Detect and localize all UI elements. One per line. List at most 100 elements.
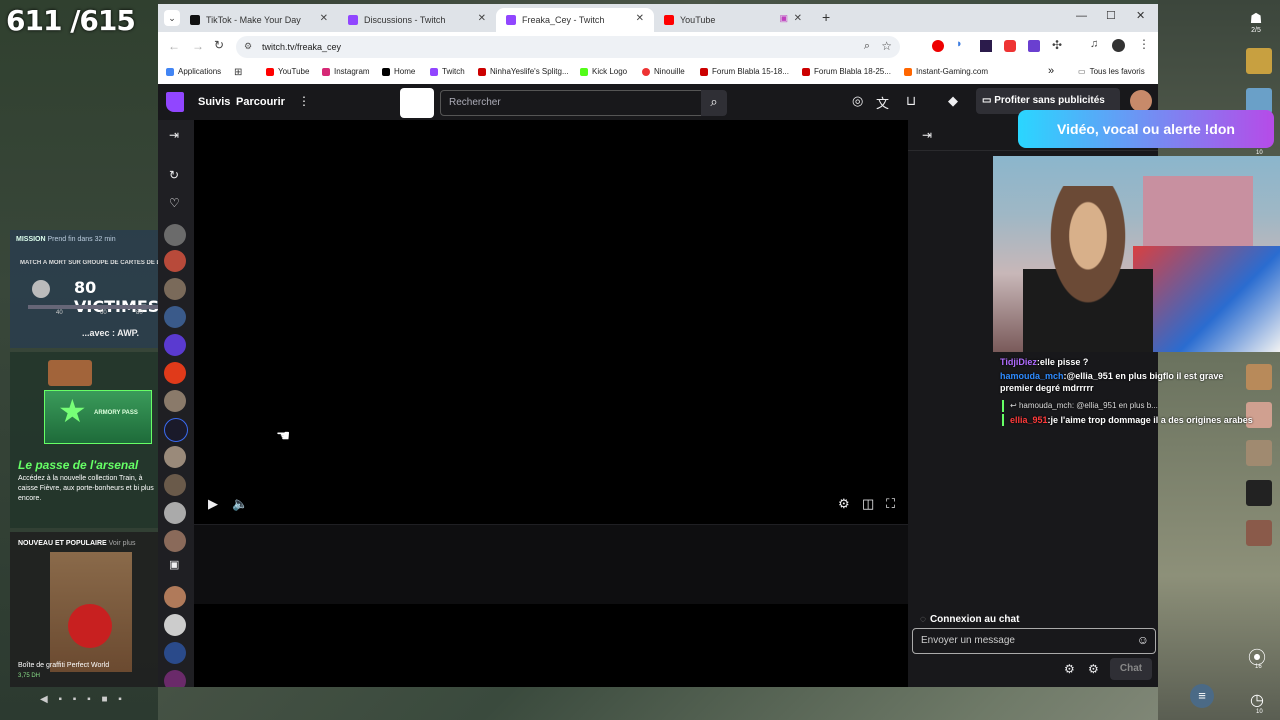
extension-icon[interactable]: ◗ <box>956 38 963 50</box>
channel-avatar[interactable] <box>164 362 186 384</box>
browser-toolbar: ← → ↻ ⚙ twitch.tv/freaka_cey ⌕ ☆ ◗ ✣ ♫ ⋮ <box>158 32 1158 62</box>
refresh-icon[interactable]: ↻ <box>169 168 179 182</box>
search-input[interactable]: Rechercher <box>440 90 702 116</box>
close-window-button[interactable]: ✕ <box>1136 9 1145 22</box>
bookmarks-bar: Applications ⊞ YouTube Instagram Home Tw… <box>158 62 1158 85</box>
channel-avatar[interactable] <box>164 474 186 496</box>
bookmark-instagram[interactable]: Instagram <box>322 67 370 76</box>
bookmark-instant-gaming[interactable]: Instant-Gaming.com <box>904 67 988 76</box>
crown-icon[interactable]: ◆ <box>948 93 958 109</box>
extension-icon[interactable] <box>1028 40 1040 52</box>
bookmark-youtube[interactable]: YouTube <box>266 67 309 76</box>
bookmark-forum-15-18[interactable]: Forum Blabla 15-18... <box>700 67 789 76</box>
search-button[interactable]: ⌕ <box>701 90 727 116</box>
folder-icon: ▭ <box>1078 67 1086 76</box>
channel-avatar[interactable] <box>164 418 188 442</box>
chat-send-button[interactable]: Chat <box>1110 658 1152 680</box>
channel-avatar[interactable] <box>164 530 186 552</box>
tab-youtube[interactable]: YouTube ▣ ✕ <box>654 8 812 32</box>
bookmark-kick[interactable]: Kick Logo <box>580 67 627 76</box>
chat-username: ellia_951 <box>1010 415 1048 425</box>
channel-avatar[interactable] <box>164 390 186 412</box>
nav-following[interactable]: Suivis <box>198 96 230 108</box>
zoom-icon[interactable]: ⌕ <box>864 40 870 53</box>
channel-avatar[interactable] <box>164 586 186 608</box>
collapse-chat-icon[interactable]: ⇥ <box>922 128 932 142</box>
chat-input-placeholder: Envoyer un message <box>921 635 1015 646</box>
chat-message: TidjiDiez:elle pisse ? <box>1000 356 1088 368</box>
close-icon[interactable]: ✕ <box>320 13 328 24</box>
close-icon[interactable]: ✕ <box>478 13 486 24</box>
site-info-icon[interactable]: ⚙ <box>244 41 252 52</box>
forward-button[interactable]: → <box>192 39 204 53</box>
bookmark-star-icon[interactable]: ☆ <box>881 39 892 53</box>
mission-progress-bar <box>28 305 160 309</box>
more-menu-icon[interactable]: ⋮ <box>298 94 310 108</box>
back-button[interactable]: ← <box>168 39 180 53</box>
bookmark-splitgate[interactable]: NinhaYeslife's Splitg... <box>478 67 569 76</box>
channel-avatar[interactable] <box>164 250 186 272</box>
twitch-logo-icon[interactable] <box>166 92 184 112</box>
blank-extension-box <box>400 88 434 118</box>
extension-icon[interactable] <box>932 40 944 52</box>
channel-avatar[interactable] <box>164 670 186 687</box>
extension-icon[interactable] <box>980 40 992 52</box>
bookmark-twitch[interactable]: Twitch <box>430 67 465 76</box>
channel-avatar[interactable] <box>164 278 186 300</box>
settings-gear-icon[interactable]: ⚙ <box>838 496 850 512</box>
bookmark-applications[interactable]: Applications <box>166 67 221 76</box>
address-bar[interactable]: ⚙ twitch.tv/freaka_cey ⌕ ☆ <box>236 36 900 58</box>
chest-icon <box>48 360 92 386</box>
media-control-icon[interactable]: ♫ <box>1090 38 1098 50</box>
user-avatar[interactable] <box>1130 90 1152 112</box>
tab-freaka-cey[interactable]: Freaka_Cey - Twitch ✕ <box>496 8 654 32</box>
channel-avatar[interactable] <box>164 502 186 524</box>
bookmark-ninouille[interactable]: Ninouille <box>642 67 685 76</box>
twitch-top-nav: Suivis Parcourir ⋮ Rechercher ⌕ ◎ 文 ⊔ ◆ … <box>158 84 1158 120</box>
channel-avatar[interactable] <box>164 614 186 636</box>
tab-search-button[interactable]: ⌄ <box>164 10 180 26</box>
bookmark-forum-18-25[interactable]: Forum Blabla 18-25... <box>802 67 891 76</box>
channel-avatar[interactable] <box>164 224 186 246</box>
nav-browse[interactable]: Parcourir <box>236 96 285 108</box>
extension-icon[interactable] <box>1004 40 1016 52</box>
bookmark-grid[interactable]: ⊞ <box>234 67 242 78</box>
channel-avatar[interactable] <box>164 306 186 328</box>
store-more-link: Voir plus <box>108 540 136 547</box>
volume-icon[interactable]: 🔈 <box>232 496 248 512</box>
translate-icon[interactable]: 文 <box>876 93 889 112</box>
expand-sidebar-icon[interactable]: ⇥ <box>169 128 179 142</box>
tab-discussions[interactable]: Discussions - Twitch ✕ <box>338 8 496 32</box>
inbox-icon[interactable]: ⊔ <box>906 93 916 109</box>
emote-icon[interactable]: ☺ <box>1137 633 1149 647</box>
play-icon[interactable]: ▶ <box>208 496 218 512</box>
bookmark-icon <box>478 67 486 76</box>
maximize-button[interactable]: ☐ <box>1106 9 1116 22</box>
heart-icon[interactable]: ♡ <box>169 196 180 210</box>
menu-icon[interactable]: ≡ <box>1190 684 1214 708</box>
theatre-mode-icon[interactable]: ◫ <box>862 496 874 512</box>
fullscreen-icon[interactable]: ⛶ <box>886 496 895 512</box>
new-tab-button[interactable]: + <box>822 9 830 25</box>
video-camera-icon[interactable]: ▣ <box>169 558 179 571</box>
bookmarks-overflow-button[interactable]: » <box>1048 65 1054 77</box>
bits-icon[interactable]: ⚙ <box>1064 662 1075 676</box>
chat-input[interactable]: Envoyer un message ☺ <box>912 628 1156 654</box>
tab-tiktok[interactable]: TikTok - Make Your Day ✕ <box>180 8 338 32</box>
reload-button[interactable]: ↻ <box>214 38 224 52</box>
chat-settings-icon[interactable]: ⚙ <box>1088 662 1099 676</box>
extensions-puzzle-icon[interactable]: ✣ <box>1052 38 1062 52</box>
profile-avatar[interactable] <box>1112 39 1125 52</box>
media-icon[interactable]: ▣ <box>779 13 788 24</box>
close-icon[interactable]: ✕ <box>794 13 802 24</box>
all-bookmarks-folder[interactable]: ▭ Tous les favoris <box>1078 67 1145 76</box>
bookmark-home[interactable]: Home <box>382 67 415 76</box>
video-player[interactable]: ☚ ▶ 🔈 ⚙ ◫ ⛶ <box>194 120 908 524</box>
channel-avatar[interactable] <box>164 642 186 664</box>
browser-menu-icon[interactable]: ⋮ <box>1138 37 1150 51</box>
channel-avatar[interactable] <box>164 334 186 356</box>
notifications-icon[interactable]: ◎ <box>852 93 863 109</box>
close-icon[interactable]: ✕ <box>636 13 644 24</box>
minimize-button[interactable]: — <box>1076 10 1087 22</box>
channel-avatar[interactable] <box>164 446 186 468</box>
